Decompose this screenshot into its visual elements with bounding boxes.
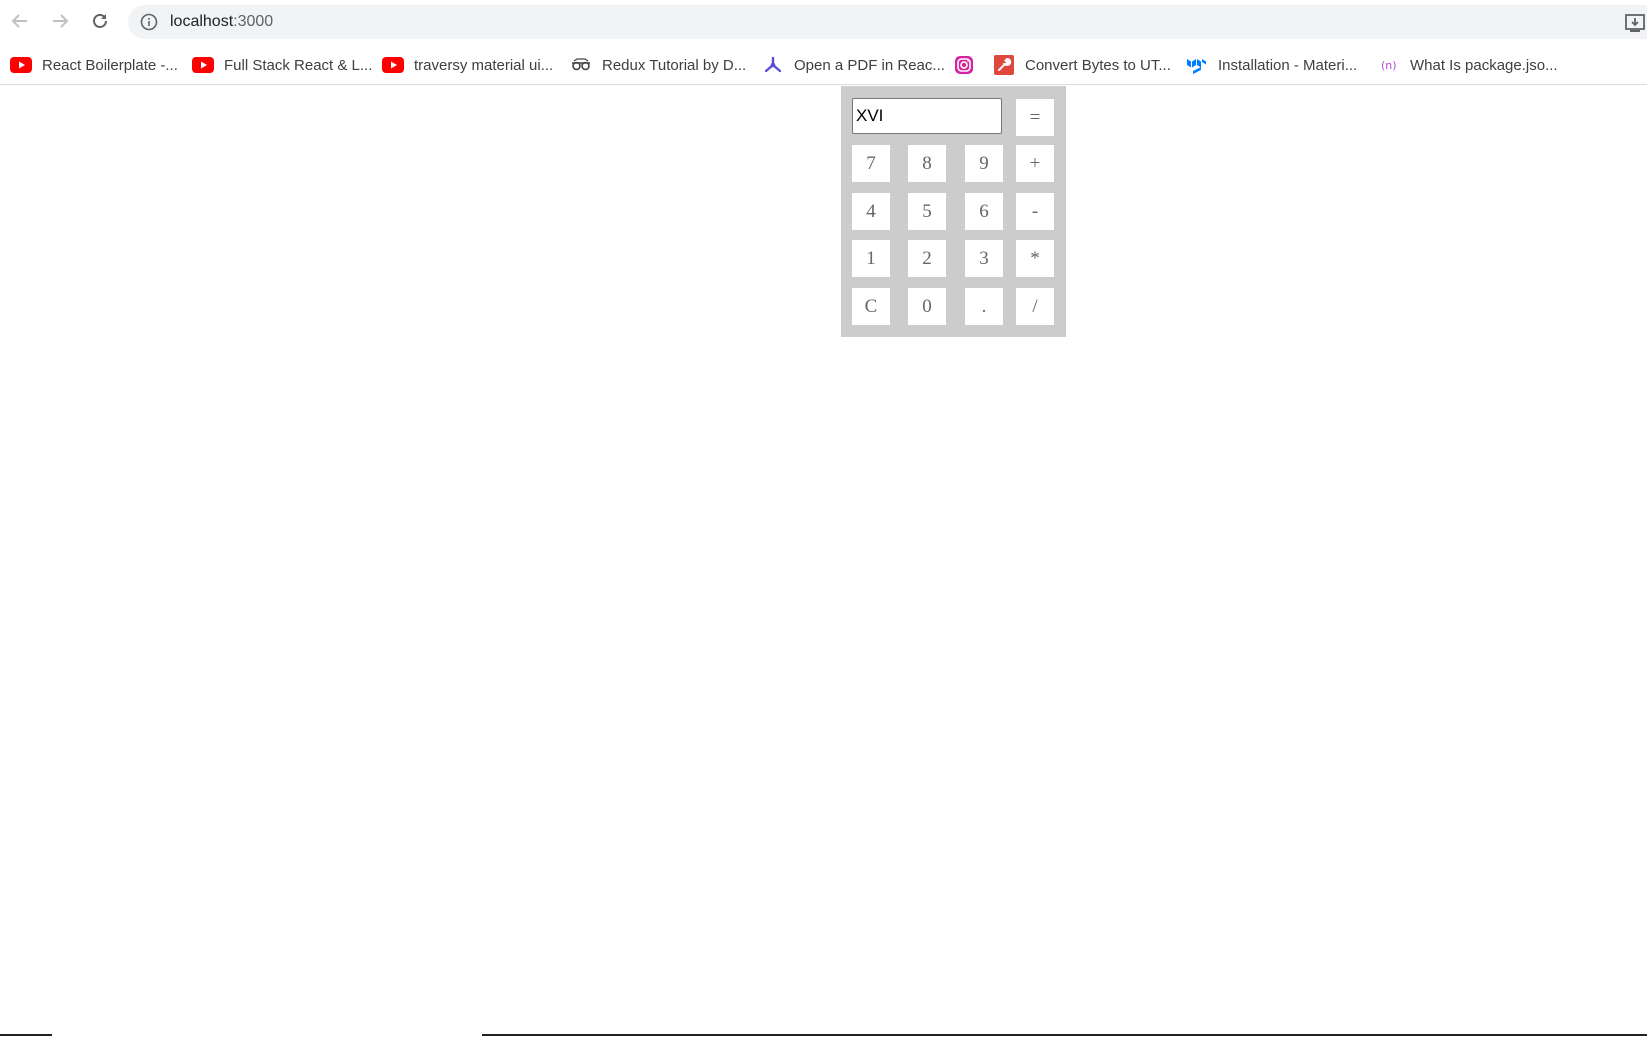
key-minus[interactable]: - [1016,193,1054,230]
key-clear[interactable]: C [852,288,890,325]
key-9[interactable]: 9 [965,145,1003,182]
glasses-icon [570,56,592,74]
bookmark-label: React Boilerplate -... [42,56,178,74]
bookmark-item[interactable]: React Boilerplate -... [10,54,178,76]
forward-button[interactable] [45,6,75,36]
arrow-left-icon [11,14,27,28]
equals-button[interactable]: = [1016,99,1054,136]
bookmark-label: Full Stack React & L... [224,56,373,74]
key-4[interactable]: 4 [852,193,890,230]
bookmark-label: Convert Bytes to UT... [1025,56,1171,74]
youtube-icon [10,56,32,74]
key-1[interactable]: 1 [852,240,890,277]
key-3[interactable]: 3 [965,240,1003,277]
key-divide[interactable]: / [1016,288,1054,325]
browser-toolbar: localhost:3000 [0,0,1647,44]
bookmark-item[interactable]: Installation - Materi... [1186,54,1357,76]
bookmark-label: Open a PDF in Reac... [794,56,945,74]
calculator-display[interactable] [852,98,1002,134]
bookmark-item[interactable]: Convert Bytes to UT... [993,54,1171,76]
mui-icon [1186,56,1208,74]
nodejs-icon: (n) [1378,56,1400,74]
back-button[interactable] [5,6,35,36]
key-7[interactable]: 7 [852,145,890,182]
youtube-icon [192,56,214,74]
bookmark-label: Installation - Materi... [1218,56,1358,74]
key-5[interactable]: 5 [908,193,946,230]
bookmark-item[interactable]: Full Stack React & L... [192,54,372,76]
url-host: localhost [170,13,234,30]
wrench-icon [993,55,1015,75]
bookmark-label: Redux Tutorial by D... [602,56,747,74]
url-port: :3000 [233,13,274,30]
key-0[interactable]: 0 [908,288,946,325]
bookmarks-bar: React Boilerplate -... Full Stack React … [0,44,1647,85]
arrow-right-icon [53,14,69,28]
reload-button[interactable] [85,6,115,36]
key-6[interactable]: 6 [965,193,1003,230]
bookmark-item[interactable] [953,54,985,76]
address-bar[interactable]: localhost:3000 [128,5,1647,39]
svg-text:(n): (n) [1381,59,1397,72]
taskbar-edge [482,1034,1647,1036]
install-app-icon[interactable] [1625,13,1647,33]
bookmark-label: traversy material ui... [414,56,554,74]
reload-icon [93,14,107,28]
bookmark-item[interactable]: traversy material ui... [382,54,553,76]
key-decimal[interactable]: . [965,288,1003,325]
key-multiply[interactable]: * [1016,240,1054,277]
info-icon[interactable] [140,13,158,31]
youtube-icon [382,56,404,74]
taskbar-edge [0,1034,52,1036]
bookmark-item[interactable]: Open a PDF in Reac... [762,54,945,76]
instagram-icon [953,56,975,74]
url-text[interactable]: localhost:3000 [170,13,273,31]
pspdfkit-icon [762,56,784,74]
key-plus[interactable]: + [1016,145,1054,182]
calculator: = 7 8 9 + 4 5 6 - 1 2 3 * C 0 . / [841,86,1066,337]
bookmark-item[interactable]: (n) What Is package.jso... [1378,54,1558,76]
bookmark-item[interactable]: Redux Tutorial by D... [570,54,746,76]
key-2[interactable]: 2 [908,240,946,277]
key-8[interactable]: 8 [908,145,946,182]
bookmark-label: What Is package.jso... [1410,56,1558,74]
